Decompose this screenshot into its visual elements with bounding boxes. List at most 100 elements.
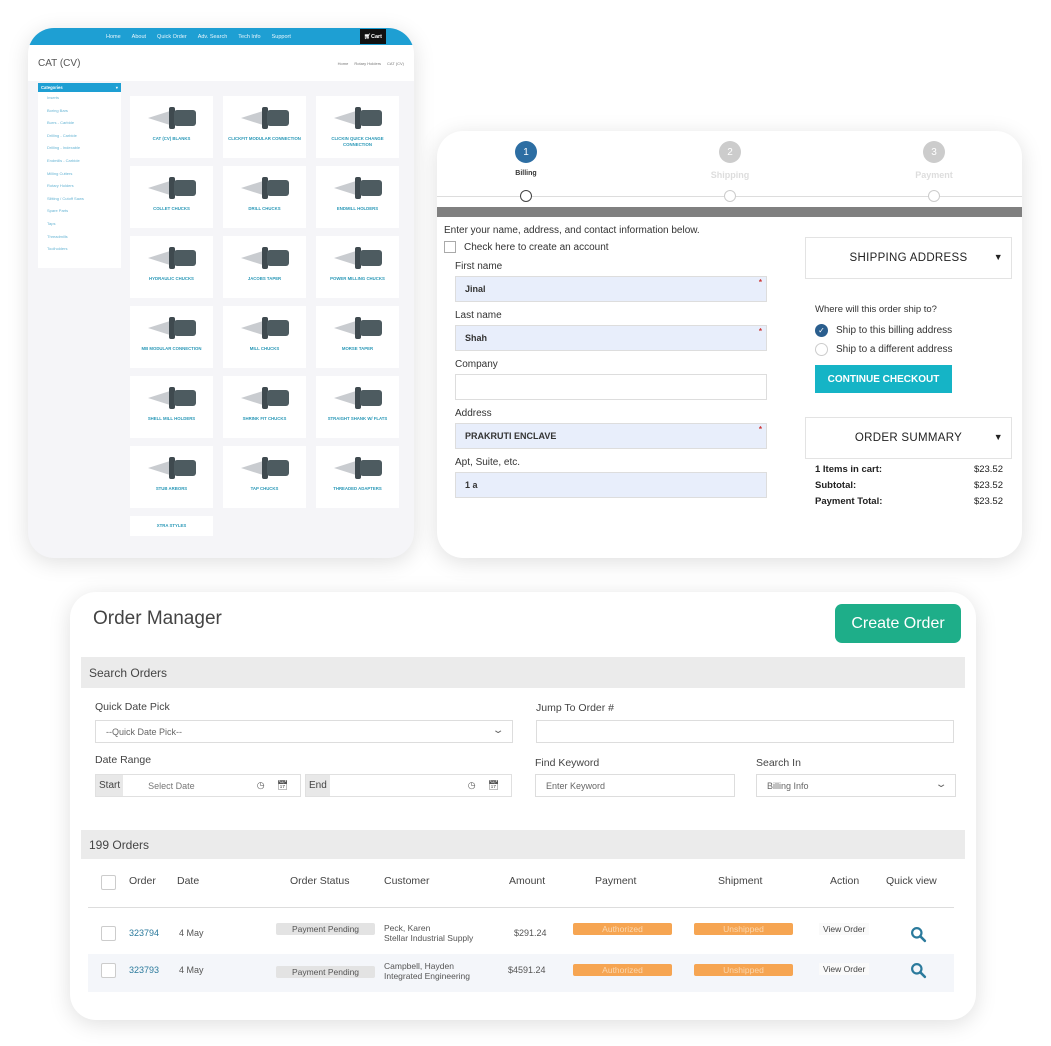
step-billing[interactable]: 1 Billing bbox=[466, 141, 586, 177]
company-field[interactable] bbox=[455, 374, 767, 400]
required-icon: * bbox=[758, 278, 762, 287]
radio-checked-icon[interactable]: ✓ bbox=[815, 324, 828, 337]
categories-header[interactable]: Categories ▾ bbox=[38, 83, 121, 92]
row-checkbox[interactable] bbox=[101, 926, 116, 941]
product-tile[interactable]: CLICKIN QUICK CHANGE CONNECTION bbox=[316, 96, 399, 158]
product-tile[interactable]: MILL CHUCKS bbox=[223, 306, 306, 368]
column-shipment[interactable]: Shipment bbox=[718, 875, 762, 887]
nav-about[interactable]: About bbox=[132, 34, 146, 40]
find-keyword-input[interactable]: Enter Keyword bbox=[535, 774, 735, 797]
search-in-select[interactable]: Billing Info ⌄ bbox=[756, 774, 956, 797]
summary-value: $23.52 bbox=[973, 464, 1003, 475]
product-tile[interactable]: POWER MILLING CHUCKS bbox=[316, 236, 399, 298]
address-field[interactable]: PRAKRUTI ENCLAVE * bbox=[455, 423, 767, 449]
last-name-field[interactable]: Shah * bbox=[455, 325, 767, 351]
create-account-option[interactable]: Check here to create an account bbox=[444, 241, 774, 253]
column-payment[interactable]: Payment bbox=[595, 875, 636, 887]
create-account-checkbox[interactable] bbox=[444, 241, 456, 253]
product-tile[interactable]: MORSE TAPER bbox=[316, 306, 399, 368]
clock-icon[interactable]: ◷ bbox=[257, 780, 265, 791]
nav-quick-order[interactable]: Quick Order bbox=[157, 34, 187, 40]
order-number-link[interactable]: 323794 bbox=[129, 928, 159, 938]
product-label: STUB ARBORS bbox=[155, 486, 188, 491]
end-date-input[interactable]: End ◷ 📅︎ bbox=[305, 774, 512, 797]
billing-form: Enter your name, address, and contact in… bbox=[444, 225, 774, 498]
sidebar-category-item[interactable]: Toolholders bbox=[38, 243, 121, 256]
cart-button[interactable]: 🛒︎ Cart bbox=[360, 29, 386, 44]
sidebar-category-item[interactable]: Inserts bbox=[38, 92, 121, 105]
continue-checkout-button[interactable]: CONTINUE CHECKOUT bbox=[815, 365, 952, 393]
product-label: CLICKFIT MODULAR CONNECTION bbox=[228, 136, 301, 141]
column-amount[interactable]: Amount bbox=[509, 875, 545, 887]
order-amount: $4591.24 bbox=[508, 965, 546, 975]
radio-unchecked-icon[interactable] bbox=[815, 343, 828, 356]
create-order-button[interactable]: Create Order bbox=[835, 604, 961, 643]
product-tile[interactable]: DRILL CHUCKS bbox=[223, 166, 306, 228]
sidebar-category-item[interactable]: Taps bbox=[38, 218, 121, 231]
nav-support[interactable]: Support bbox=[272, 34, 291, 40]
nav-tech-info[interactable]: Tech Info bbox=[238, 34, 260, 40]
nav-home[interactable]: Home bbox=[106, 34, 121, 40]
column-order[interactable]: Order bbox=[129, 875, 156, 887]
ship-different-option[interactable]: Ship to a different address bbox=[815, 343, 1012, 356]
sidebar-category-item[interactable]: Milling Cutters bbox=[38, 168, 121, 181]
sidebar-category-item[interactable]: Drilling - Carbide bbox=[38, 130, 121, 143]
calendar-icon[interactable]: 📅︎ bbox=[488, 780, 499, 791]
column-order-status[interactable]: Order Status bbox=[290, 875, 350, 887]
product-tile[interactable]: STUB ARBORS bbox=[130, 446, 213, 508]
product-tile[interactable]: SHRINK FIT CHUCKS bbox=[223, 376, 306, 438]
sidebar-category-item[interactable]: Burrs - Carbide bbox=[38, 117, 121, 130]
product-tile[interactable]: ENDMILL HOLDERS bbox=[316, 166, 399, 228]
product-tile[interactable]: SHELL MILL HOLDERS bbox=[130, 376, 213, 438]
breadcrumb-home[interactable]: Home bbox=[338, 61, 349, 66]
quick-date-select[interactable]: --Quick Date Pick-- ⌄ bbox=[95, 720, 513, 743]
sidebar-category-item[interactable]: Rotary Holders bbox=[38, 180, 121, 193]
order-amount: $291.24 bbox=[514, 928, 547, 938]
view-order-button[interactable]: View Order bbox=[819, 923, 870, 935]
first-name-field[interactable]: Jinal * bbox=[455, 276, 767, 302]
column-customer[interactable]: Customer bbox=[384, 875, 430, 887]
order-summary-accordion[interactable]: ORDER SUMMARY ▼ bbox=[805, 417, 1012, 459]
nav-adv-search[interactable]: Adv. Search bbox=[198, 34, 228, 40]
product-tile[interactable]: MB MODULAR CONNECTION bbox=[130, 306, 213, 368]
breadcrumb-rotary-holders[interactable]: Rotary Holders bbox=[354, 61, 381, 66]
view-order-button[interactable]: View Order bbox=[819, 963, 870, 975]
product-tile[interactable]: THREADED ADAPTERS bbox=[316, 446, 399, 508]
product-tile[interactable]: CAT (CV) BLANKS bbox=[130, 96, 213, 158]
sidebar-category-item[interactable]: Spare Parts bbox=[38, 205, 121, 218]
sidebar-category-item[interactable]: Drilling - Indexable bbox=[38, 142, 121, 155]
column-date[interactable]: Date bbox=[177, 875, 199, 887]
toolholder-image bbox=[326, 384, 390, 412]
ship-billing-option[interactable]: ✓ Ship to this billing address bbox=[815, 324, 1012, 337]
step-payment[interactable]: 3 Payment bbox=[874, 141, 994, 180]
product-label: MILL CHUCKS bbox=[249, 346, 280, 351]
quick-view-search-icon[interactable] bbox=[910, 926, 927, 943]
clock-icon[interactable]: ◷ bbox=[468, 780, 476, 791]
select-all-checkbox[interactable] bbox=[101, 875, 116, 890]
quick-view-search-icon[interactable] bbox=[910, 962, 927, 979]
product-tile[interactable]: STRAIGHT SHANK W/ FLATS bbox=[316, 376, 399, 438]
sidebar-category-item[interactable]: Slitting / Cutoff Saws bbox=[38, 193, 121, 206]
product-tile[interactable]: JACOBS TAPER bbox=[223, 236, 306, 298]
row-checkbox[interactable] bbox=[101, 963, 116, 978]
sidebar-category-item[interactable]: Endmills - Carbide bbox=[38, 155, 121, 168]
sidebar-category-item[interactable]: Threadmills bbox=[38, 231, 121, 244]
apt-field[interactable]: 1 a bbox=[455, 472, 767, 498]
jump-to-order-input[interactable] bbox=[536, 720, 954, 743]
product-tile[interactable]: COLLET CHUCKS bbox=[130, 166, 213, 228]
shipping-address-accordion[interactable]: SHIPPING ADDRESS ▼ bbox=[805, 237, 1012, 279]
product-tile[interactable]: CLICKFIT MODULAR CONNECTION bbox=[223, 96, 306, 158]
apt-group: Apt, Suite, etc. 1 a bbox=[455, 457, 774, 498]
order-number-link[interactable]: 323793 bbox=[129, 965, 159, 975]
section-divider bbox=[437, 207, 1022, 217]
start-date-input[interactable]: Start Select Date ◷ 📅︎ bbox=[95, 774, 301, 797]
calendar-icon[interactable]: 📅︎ bbox=[277, 780, 288, 791]
order-date: 4 May bbox=[179, 928, 204, 938]
step-shipping[interactable]: 2 Shipping bbox=[670, 141, 790, 180]
last-name-group: Last name Shah * bbox=[455, 310, 774, 351]
address-group: Address PRAKRUTI ENCLAVE * bbox=[455, 408, 774, 449]
sidebar-category-item[interactable]: Boring Bars bbox=[38, 105, 121, 118]
extra-styles-tile[interactable]: XTRA STYLES bbox=[130, 516, 213, 536]
product-tile[interactable]: HYDRAULIC CHUCKS bbox=[130, 236, 213, 298]
product-tile[interactable]: TAP CHUCKS bbox=[223, 446, 306, 508]
